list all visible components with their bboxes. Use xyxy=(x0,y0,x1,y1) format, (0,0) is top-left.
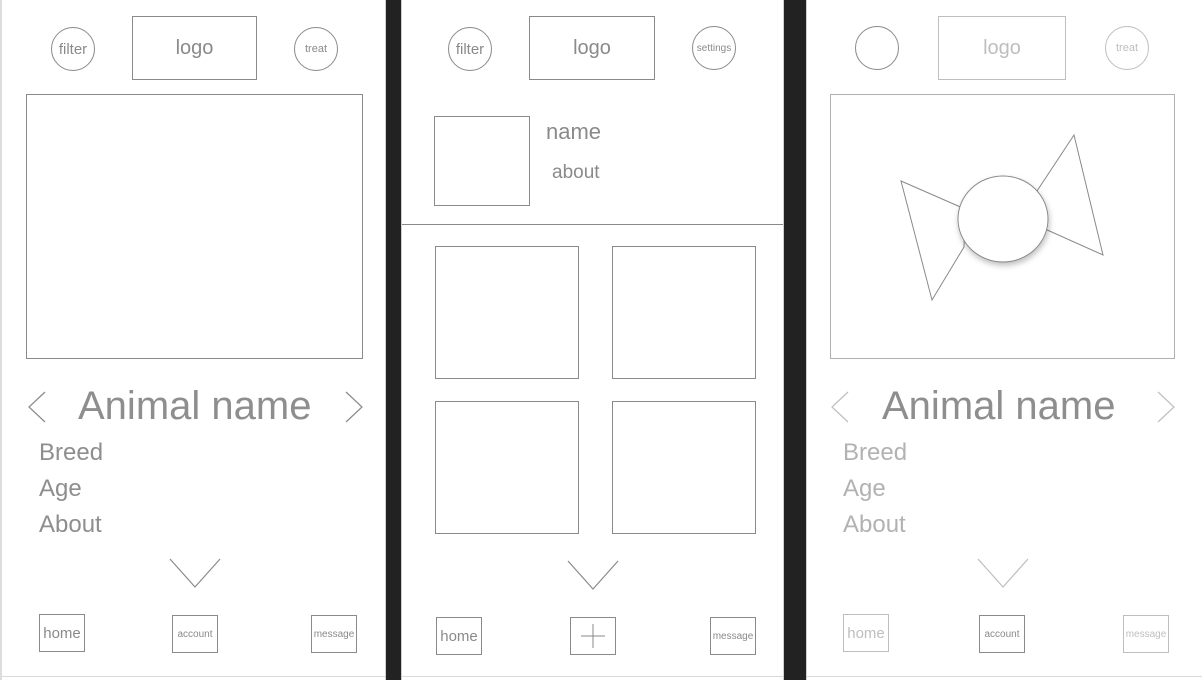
gallery-tile[interactable] xyxy=(435,401,579,534)
filter-button[interactable]: filter xyxy=(51,27,95,71)
divider xyxy=(402,224,783,225)
logo-label: logo xyxy=(983,36,1021,59)
home-button[interactable]: home xyxy=(39,614,85,652)
animal-age: Age xyxy=(843,475,886,502)
gallery-tile[interactable] xyxy=(612,246,756,379)
animal-breed: Breed xyxy=(39,439,104,466)
animal-breed: Breed xyxy=(843,439,908,466)
message-label: message xyxy=(1125,628,1167,640)
animal-age: Age xyxy=(39,475,82,502)
treat-label: treat xyxy=(1115,42,1138,54)
message-button[interactable]: message xyxy=(311,615,357,653)
settings-label: settings xyxy=(696,42,732,54)
animal-about: About xyxy=(843,511,906,538)
gallery-tile[interactable] xyxy=(435,246,579,379)
message-button[interactable]: message xyxy=(1123,615,1169,653)
previous-arrow-icon[interactable] xyxy=(26,390,48,424)
message-button[interactable]: message xyxy=(710,617,756,655)
home-label: home xyxy=(847,624,885,642)
message-label: message xyxy=(712,630,754,642)
animal-about: About xyxy=(39,511,102,538)
add-button[interactable] xyxy=(570,617,616,655)
animal-name: Animal name xyxy=(882,384,1116,428)
account-label: account xyxy=(177,628,213,640)
swipe-screen: filter logo treat Animal name Breed Age … xyxy=(0,0,386,680)
logo-label: logo xyxy=(175,36,214,59)
animal-photo[interactable] xyxy=(26,94,363,359)
home-button[interactable]: home xyxy=(436,617,482,655)
animal-photo[interactable] xyxy=(830,94,1175,359)
treat-button[interactable]: treat xyxy=(294,27,338,71)
plus-icon xyxy=(581,624,605,648)
gallery-tile[interactable] xyxy=(612,401,756,534)
profile-about: about xyxy=(552,162,600,183)
account-label: account xyxy=(984,628,1020,640)
home-label: home xyxy=(440,627,478,645)
chevron-down-icon[interactable] xyxy=(168,556,222,590)
animal-name: Animal name xyxy=(78,384,312,428)
chevron-down-icon[interactable] xyxy=(976,556,1030,590)
home-label: home xyxy=(43,624,81,642)
chevron-down-icon[interactable] xyxy=(566,558,620,592)
settings-button[interactable]: settings xyxy=(692,26,736,70)
filter-label: filter xyxy=(455,40,485,58)
logo: logo xyxy=(529,16,655,80)
account-button[interactable]: account xyxy=(979,615,1025,653)
logo: logo xyxy=(938,16,1066,80)
filter-label: filter xyxy=(58,40,88,58)
account-button[interactable]: account xyxy=(172,615,218,653)
treat-label: treat xyxy=(304,43,327,55)
logo: logo xyxy=(132,16,257,80)
message-label: message xyxy=(313,628,355,640)
candy-treat-icon[interactable] xyxy=(831,95,1174,358)
profile-name: name xyxy=(546,119,602,144)
treat-button[interactable]: treat xyxy=(1105,26,1149,70)
profile-photo[interactable] xyxy=(434,116,530,206)
previous-arrow-icon[interactable] xyxy=(829,390,851,424)
profile-screen: filter logo settings name about home mes… xyxy=(401,0,784,680)
logo-label: logo xyxy=(573,36,611,59)
next-arrow-icon[interactable] xyxy=(1155,390,1177,424)
next-arrow-icon[interactable] xyxy=(343,390,365,424)
treat-screen: logo treat Animal name Breed Age About h… xyxy=(806,0,1202,680)
home-button[interactable]: home xyxy=(843,614,889,652)
filter-button[interactable]: filter xyxy=(448,27,492,71)
avatar-circle[interactable] xyxy=(855,26,899,70)
